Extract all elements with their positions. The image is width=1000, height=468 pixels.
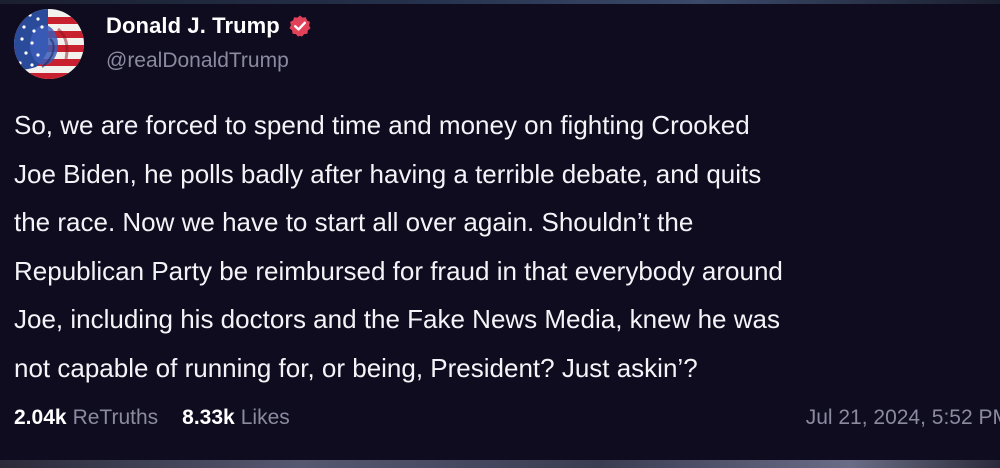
- top-border: [0, 0, 1000, 4]
- verified-badge-icon: [288, 14, 312, 38]
- post-footer: 2.04k ReTruths 8.33k Likes Jul 21, 2024, 5…: [14, 402, 1000, 434]
- author-handle[interactable]: @realDonaldTrump: [106, 49, 312, 73]
- likes-label: Likes: [240, 406, 290, 429]
- likes-stat[interactable]: 8.33k Likes: [182, 406, 290, 430]
- likes-count: 8.33k: [182, 406, 235, 429]
- avatar[interactable]: [14, 9, 84, 79]
- retruths-count: 2.04k: [14, 406, 67, 429]
- retruths-stat[interactable]: 2.04k ReTruths: [14, 406, 158, 430]
- author-display-name[interactable]: Donald J. Trump: [106, 13, 280, 39]
- post-body-text: So, we are forced to spend time and mone…: [14, 110, 783, 383]
- name-row: Donald J. Trump: [106, 9, 312, 43]
- truth-post-card: Donald J. Trump @realDonaldTrump So, we …: [0, 0, 1000, 468]
- author-identity: Donald J. Trump @realDonaldTrump: [106, 9, 312, 73]
- post-timestamp[interactable]: Jul 21, 2024, 5:52 PM: [806, 406, 1000, 430]
- american-flag-face-avatar-icon: [14, 9, 84, 79]
- post-header: Donald J. Trump @realDonaldTrump: [14, 9, 312, 79]
- bottom-border: [0, 460, 1000, 468]
- retruths-label: ReTruths: [72, 406, 159, 429]
